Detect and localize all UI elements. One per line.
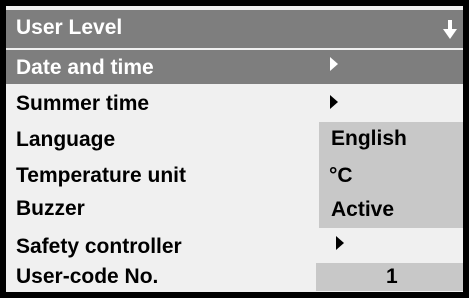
menu-item-safety-controller[interactable]: Safety controller [6,230,463,264]
menu-item-summer-time[interactable]: Summer time [6,87,463,121]
menu-item-label: Temperature unit [16,164,186,187]
page-title: User Level [16,16,123,39]
user-code-value: 1 [386,265,398,288]
menu-item-language[interactable]: Language [6,123,463,157]
menu-item-user-code[interactable]: User-code No. 1 [6,260,463,292]
down-arrow-icon[interactable] [443,20,457,40]
right-triangle-icon [330,95,338,109]
menu-panel: User Level Date and time Summer time Eng… [6,6,463,292]
menu-item-buzzer[interactable]: Buzzer [6,192,463,226]
menu-item-date-time[interactable]: Date and time [6,50,463,84]
menu-item-label: User-code No. [16,265,159,288]
right-triangle-icon [330,57,338,71]
menu-item-label: Date and time [16,56,154,79]
menu-item-label: Safety controller [16,235,182,258]
menu-item-temperature-unit[interactable]: Temperature unit [6,159,463,193]
menu-item-label: Language [16,128,116,151]
menu-item-label: Summer time [16,92,150,115]
user-code-value-box[interactable]: 1 [316,263,463,291]
right-triangle-icon [336,236,344,250]
display-frame: User Level Date and time Summer time Eng… [0,0,469,298]
title-bar: User Level [6,10,463,48]
menu-item-label: Buzzer [16,197,85,220]
